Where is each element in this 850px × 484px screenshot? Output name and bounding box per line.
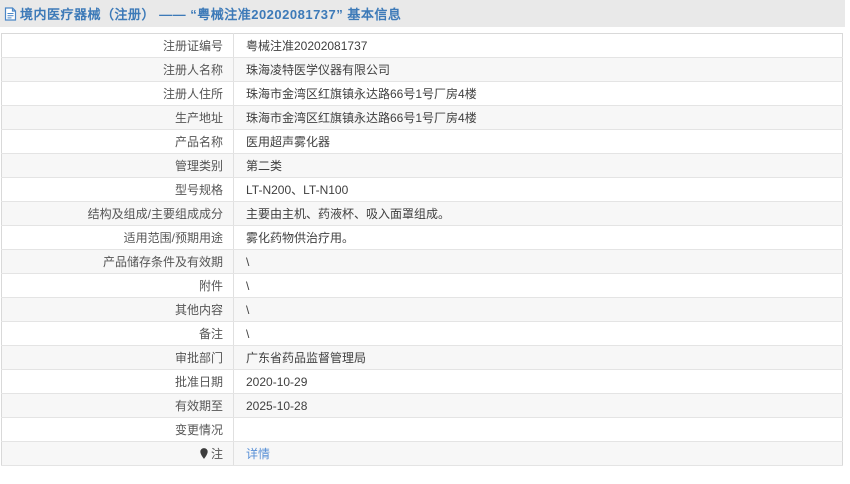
row-value: 珠海市金湾区红旗镇永达路66号1号厂房4楼 bbox=[234, 106, 843, 130]
page-header: 境内医疗器械（注册） —— “粤械注准20202081737” 基本信息 bbox=[0, 0, 845, 27]
row-value: 2025-10-28 bbox=[234, 394, 843, 418]
row-value bbox=[234, 418, 843, 442]
table-row: 管理类别 第二类 bbox=[2, 154, 843, 178]
row-label: 结构及组成/主要组成成分 bbox=[2, 202, 234, 226]
table-row: 其他内容 \ bbox=[2, 298, 843, 322]
row-label: 注册证编号 bbox=[2, 34, 234, 58]
document-icon bbox=[4, 7, 17, 21]
row-label: 备注 bbox=[2, 322, 234, 346]
table-row: 有效期至 2025-10-28 bbox=[2, 394, 843, 418]
pin-icon bbox=[199, 447, 209, 460]
row-value: \ bbox=[234, 322, 843, 346]
table-row: 产品储存条件及有效期 \ bbox=[2, 250, 843, 274]
row-label: 批准日期 bbox=[2, 370, 234, 394]
row-value: 医用超声雾化器 bbox=[234, 130, 843, 154]
table-row: 注册人名称 珠海凌特医学仪器有限公司 bbox=[2, 58, 843, 82]
table-row: 批准日期 2020-10-29 bbox=[2, 370, 843, 394]
row-value: LT-N200、LT-N100 bbox=[234, 178, 843, 202]
table-row: 备注 \ bbox=[2, 322, 843, 346]
details-link[interactable]: 详情 bbox=[246, 447, 270, 461]
row-value: 珠海凌特医学仪器有限公司 bbox=[234, 58, 843, 82]
row-label: 适用范围/预期用途 bbox=[2, 226, 234, 250]
row-label: 注册人住所 bbox=[2, 82, 234, 106]
row-label: 生产地址 bbox=[2, 106, 234, 130]
row-value: \ bbox=[234, 274, 843, 298]
row-label: 审批部门 bbox=[2, 346, 234, 370]
row-label: 型号规格 bbox=[2, 178, 234, 202]
table-row: 审批部门 广东省药品监督管理局 bbox=[2, 346, 843, 370]
row-label: 附件 bbox=[2, 274, 234, 298]
table-row: 结构及组成/主要组成成分 主要由主机、药液杯、吸入面罩组成。 bbox=[2, 202, 843, 226]
table-row: 适用范围/预期用途 雾化药物供治疗用。 bbox=[2, 226, 843, 250]
row-value: 详情 bbox=[234, 442, 843, 466]
row-label-text: 注 bbox=[211, 447, 223, 461]
table-row: 变更情况 bbox=[2, 418, 843, 442]
table-row: 附件 \ bbox=[2, 274, 843, 298]
row-value: 珠海市金湾区红旗镇永达路66号1号厂房4楼 bbox=[234, 82, 843, 106]
row-value: 广东省药品监督管理局 bbox=[234, 346, 843, 370]
row-value: \ bbox=[234, 250, 843, 274]
table-row: 型号规格 LT-N200、LT-N100 bbox=[2, 178, 843, 202]
row-value: 主要由主机、药液杯、吸入面罩组成。 bbox=[234, 202, 843, 226]
row-label: 产品名称 bbox=[2, 130, 234, 154]
table-row: 产品名称 医用超声雾化器 bbox=[2, 130, 843, 154]
table-row: 生产地址 珠海市金湾区红旗镇永达路66号1号厂房4楼 bbox=[2, 106, 843, 130]
row-label: 管理类别 bbox=[2, 154, 234, 178]
page-title: 境内医疗器械（注册） —— “粤械注准20202081737” 基本信息 bbox=[20, 4, 401, 23]
row-label: 其他内容 bbox=[2, 298, 234, 322]
table-row: 注册证编号 粤械注准20202081737 bbox=[2, 34, 843, 58]
row-label: 产品储存条件及有效期 bbox=[2, 250, 234, 274]
row-label: 注册人名称 bbox=[2, 58, 234, 82]
row-value: 粤械注准20202081737 bbox=[234, 34, 843, 58]
row-label: 注 bbox=[2, 442, 234, 466]
row-value: 第二类 bbox=[234, 154, 843, 178]
registration-info-table: 注册证编号 粤械注准20202081737 注册人名称 珠海凌特医学仪器有限公司… bbox=[1, 33, 843, 466]
row-value: 2020-10-29 bbox=[234, 370, 843, 394]
table-row: 注 详情 bbox=[2, 442, 843, 466]
row-label: 有效期至 bbox=[2, 394, 234, 418]
table-row: 注册人住所 珠海市金湾区红旗镇永达路66号1号厂房4楼 bbox=[2, 82, 843, 106]
row-value: 雾化药物供治疗用。 bbox=[234, 226, 843, 250]
row-label: 变更情况 bbox=[2, 418, 234, 442]
row-value: \ bbox=[234, 298, 843, 322]
